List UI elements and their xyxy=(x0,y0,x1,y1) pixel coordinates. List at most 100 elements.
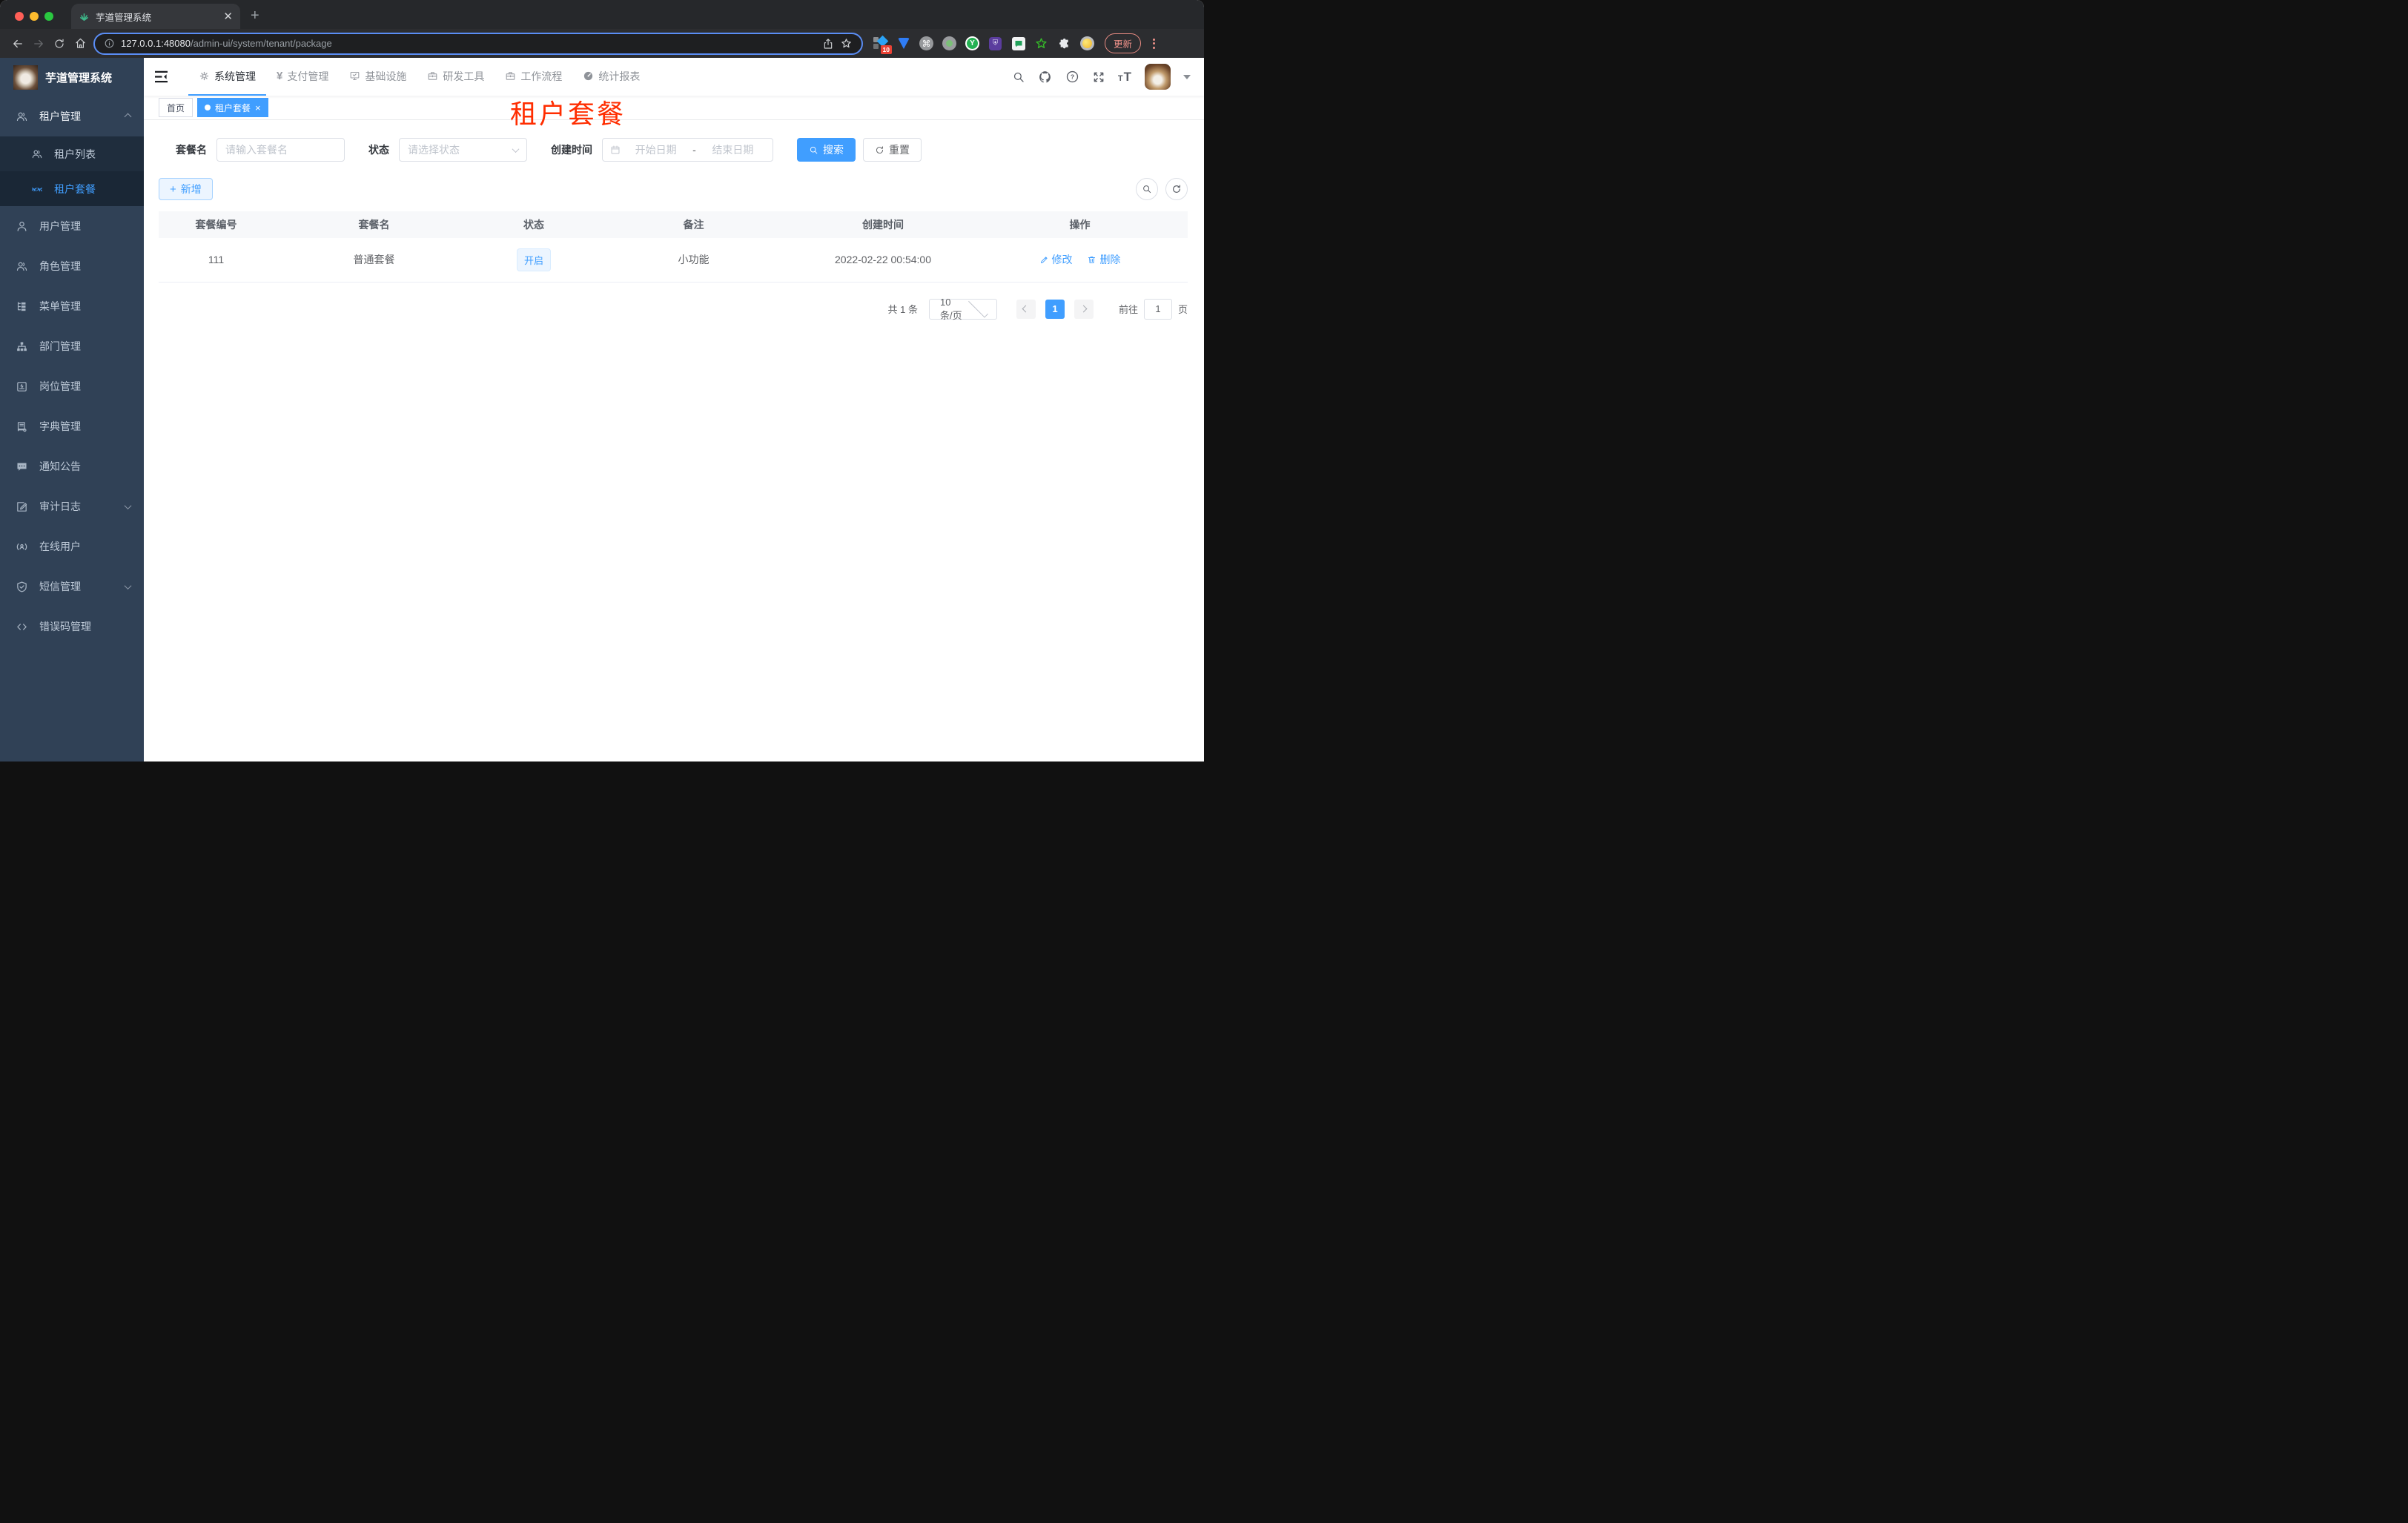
app-header: 系统管理 ¥ 支付管理 基础设施 研发工具 工作流程 统计报表 ? TT xyxy=(144,58,1204,96)
delete-link[interactable]: 删除 xyxy=(1087,252,1120,267)
browser-update-button[interactable]: 更新 xyxy=(1105,33,1142,53)
page-number-1[interactable]: 1 xyxy=(1045,299,1065,319)
nav-item-workflow[interactable]: 工作流程 xyxy=(494,58,572,96)
sidebar-item-dept-management[interactable]: 部门管理 xyxy=(0,326,144,366)
nav-item-statistics-report[interactable]: 统计报表 xyxy=(572,58,650,96)
goto-page-input[interactable] xyxy=(1143,298,1172,320)
home-button[interactable] xyxy=(70,37,90,50)
tab-close-icon[interactable]: ✕ xyxy=(223,10,233,23)
prev-page-button[interactable] xyxy=(1016,299,1036,319)
sidebar-item-tenant-package[interactable]: 租户套餐 xyxy=(0,171,144,206)
edit-link[interactable]: 修改 xyxy=(1039,252,1073,267)
emoji-extension-icon[interactable] xyxy=(1080,36,1094,50)
reload-button[interactable] xyxy=(49,38,70,50)
y-green-extension-icon[interactable]: Y xyxy=(965,36,979,50)
sidebar-item-audit-log[interactable]: 审计日志 xyxy=(0,486,144,526)
bookmark-star-icon[interactable] xyxy=(840,37,853,50)
sidebar-item-tenant-management[interactable]: 租户管理 xyxy=(0,96,144,136)
purple-shield-extension-icon[interactable]: ⛨ xyxy=(988,36,1002,50)
github-icon[interactable] xyxy=(1038,70,1053,85)
caret-down-icon[interactable] xyxy=(1183,74,1191,79)
nav-item-infrastructure[interactable]: 基础设施 xyxy=(339,58,417,96)
table-row: 111 普通套餐 开启 小功能 2022-02-22 00:54:00 修改 删… xyxy=(159,238,1188,283)
sidebar-item-dict-management[interactable]: 字典管理 xyxy=(0,406,144,446)
sidebar-item-error-code-management[interactable]: 错误码管理 xyxy=(0,607,144,647)
filter-form: 套餐名 状态 请选择状态 创建时间 xyxy=(176,138,1188,162)
svg-text:?: ? xyxy=(1071,73,1074,81)
start-date-input[interactable]: 开始日期 xyxy=(624,142,688,157)
refresh-table-button[interactable] xyxy=(1165,178,1188,200)
close-window-button[interactable] xyxy=(15,12,24,21)
green-star-extension-icon[interactable] xyxy=(1034,36,1048,50)
tag-tenant-package[interactable]: 租户套餐 × xyxy=(197,98,268,117)
col-create-time: 创建时间 xyxy=(794,211,972,238)
tag-home[interactable]: 首页 xyxy=(159,98,194,117)
browser-toolbar: 127.0.0.1:48080/admin-ui/system/tenant/p… xyxy=(0,29,1204,58)
nav-item-system-management[interactable]: 系统管理 xyxy=(188,58,266,96)
plus-icon: + xyxy=(170,182,176,196)
forward-button[interactable] xyxy=(28,37,49,50)
help-icon[interactable]: ? xyxy=(1065,70,1079,84)
nav-item-payment-management[interactable]: ¥ 支付管理 xyxy=(266,58,339,96)
page-size-select[interactable]: 10条/页 xyxy=(928,297,997,321)
sidebar-item-user-management[interactable]: 用户管理 xyxy=(0,206,144,246)
gray-green-extension-icon[interactable] xyxy=(942,36,956,50)
nav-item-dev-tools[interactable]: 研发工具 xyxy=(417,58,494,96)
minimize-window-button[interactable] xyxy=(30,12,39,21)
package-name-input[interactable] xyxy=(216,138,345,162)
blue-gem-extension-icon[interactable] xyxy=(896,36,910,50)
tag-close-icon[interactable]: × xyxy=(255,103,261,113)
tab-title: 芋道管理系统 xyxy=(96,12,152,23)
command-extension-icon[interactable]: ⌘ xyxy=(919,36,933,50)
cell-create-time: 2022-02-22 00:54:00 xyxy=(794,238,972,283)
share-icon[interactable] xyxy=(822,38,834,50)
sidebar-item-tenant-list[interactable]: 租户列表 xyxy=(0,136,144,171)
zoom-window-button[interactable] xyxy=(44,12,53,21)
site-info-icon[interactable] xyxy=(104,38,115,49)
next-page-button[interactable] xyxy=(1074,299,1094,319)
search-button[interactable]: 搜索 xyxy=(797,138,856,162)
sidebar-item-menu-management[interactable]: 菜单管理 xyxy=(0,286,144,326)
sidebar-item-sms-management[interactable]: 短信管理 xyxy=(0,566,144,607)
create-time-label: 创建时间 xyxy=(551,144,592,156)
avatar[interactable] xyxy=(1145,64,1171,90)
notice-icon xyxy=(17,463,27,471)
sidebar-item-online-users[interactable]: 在线用户 xyxy=(0,526,144,566)
total-count-label: 共 1 条 xyxy=(887,304,918,315)
add-button[interactable]: + 新增 xyxy=(159,178,213,200)
search-icon xyxy=(810,146,818,153)
yen-icon: ¥ xyxy=(277,70,283,82)
fullscreen-icon[interactable] xyxy=(1092,70,1105,84)
sidebar-item-role-management[interactable]: 角色管理 xyxy=(0,246,144,286)
browser-tab[interactable]: 芋道管理系统 ✕ xyxy=(71,4,240,29)
green-chat-extension-icon[interactable] xyxy=(1011,36,1025,50)
dashboard-icon xyxy=(584,71,593,81)
extension-area: 10 ⌘ Y ⛨ xyxy=(873,35,1094,54)
date-range-picker[interactable]: 开始日期 - 结束日期 xyxy=(602,138,773,162)
toggle-search-button[interactable] xyxy=(1136,178,1158,200)
dept-icon xyxy=(17,341,27,351)
search-icon[interactable] xyxy=(1012,70,1025,84)
status-select[interactable]: 请选择状态 xyxy=(399,138,527,162)
end-date-input[interactable]: 结束日期 xyxy=(701,142,765,157)
tenants-icon xyxy=(16,112,27,121)
reset-button[interactable]: 重置 xyxy=(863,138,922,162)
blocker-extension-icon[interactable]: 10 xyxy=(873,35,892,54)
new-tab-button[interactable]: + xyxy=(251,7,259,24)
refresh-icon xyxy=(1173,185,1180,193)
main-area: 租户套餐 系统管理 ¥ 支付管理 基础设施 研发工具 工作流程 统计报表 ? T… xyxy=(144,58,1204,762)
gear-icon xyxy=(199,71,209,81)
back-button[interactable] xyxy=(7,37,28,50)
sidebar-item-post-management[interactable]: 岗位管理 xyxy=(0,366,144,406)
dict-icon xyxy=(17,421,27,432)
url-path: /admin-ui/system/tenant/package xyxy=(190,37,332,49)
browser-menu-icon[interactable] xyxy=(1148,38,1160,49)
puzzle-extension-icon[interactable] xyxy=(1057,36,1071,50)
url-bar[interactable]: 127.0.0.1:48080/admin-ui/system/tenant/p… xyxy=(93,32,863,55)
font-size-icon[interactable]: TT xyxy=(1118,70,1132,85)
cell-status: 开启 xyxy=(474,238,593,283)
collapse-sidebar-icon[interactable] xyxy=(154,70,168,83)
sidebar-item-notice-announcement[interactable]: 通知公告 xyxy=(0,446,144,486)
trash-icon xyxy=(1088,256,1096,263)
app-logo-row[interactable]: 芋道管理系统 xyxy=(0,58,144,96)
